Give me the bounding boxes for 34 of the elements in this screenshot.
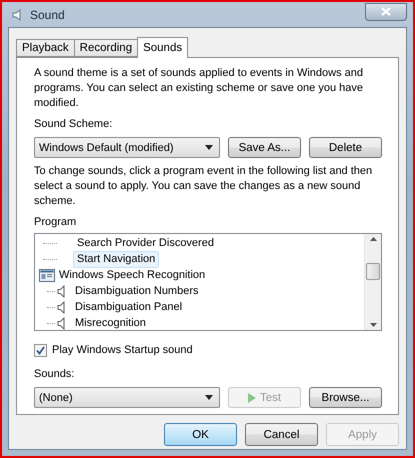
play-icon <box>248 392 256 402</box>
caret-icon <box>205 145 213 150</box>
program-event[interactable]: Search Provider Discovered <box>73 234 218 252</box>
startup-checkbox[interactable] <box>34 344 47 356</box>
sounds-label: Sounds: <box>34 367 76 381</box>
scheme-button[interactable]: Save As... <box>228 137 301 158</box>
program-event[interactable]: Start Navigation <box>73 250 160 268</box>
sounds-dropdown[interactable]: (None) <box>34 387 220 408</box>
startup-label: Play Windows Startup sound <box>52 343 193 357</box>
scheme-label: Sound Scheme: <box>34 117 114 131</box>
tab[interactable]: Recording <box>74 39 138 57</box>
tab[interactable]: Sounds <box>137 37 188 58</box>
close-button[interactable] <box>365 2 407 20</box>
program-event[interactable]: Misrecognition <box>71 314 150 330</box>
program-label: Program <box>34 215 78 229</box>
close-icon <box>381 7 391 16</box>
program-event[interactable]: Disambiguation Panel <box>71 298 186 316</box>
dialog-button[interactable]: Cancel <box>245 423 318 446</box>
caret-icon <box>205 395 213 400</box>
program-app[interactable]: Windows Speech Recognition <box>58 266 206 284</box>
tab[interactable]: Playback <box>16 39 75 57</box>
program-event[interactable]: Disambiguation Numbers <box>71 282 202 300</box>
dialog-button[interactable]: OK <box>164 423 237 446</box>
window-title: Sound <box>30 8 65 22</box>
window-icon <box>39 268 55 282</box>
scheme-button[interactable]: Delete <box>309 137 382 158</box>
intro-text: A sound theme is a set of sounds applied to events in Windows and programs. You can select an existing scheme or save one you have modified. <box>34 66 364 111</box>
instructions-text: To change sounds, click a program event in the following list and then select a sound to apply. You can save the changes as a new sound scheme. <box>34 164 374 209</box>
scrollbar[interactable] <box>364 234 381 330</box>
scroll-thumb[interactable] <box>366 263 380 280</box>
scroll-up-icon[interactable] <box>370 237 376 241</box>
browse-button[interactable]: Browse... <box>309 387 382 408</box>
scheme-dropdown[interactable]: Windows Default (modified) <box>34 137 220 158</box>
scroll-down-icon[interactable] <box>370 323 376 327</box>
